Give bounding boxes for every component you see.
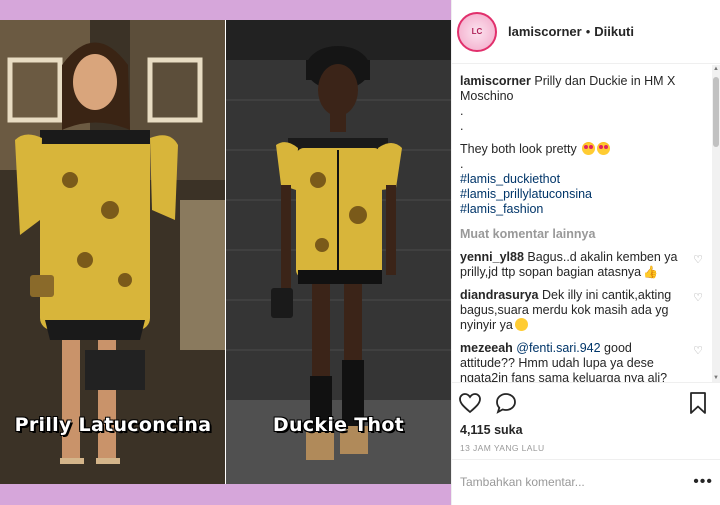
photo-duckie: Duckie Thot (226, 20, 451, 484)
comment-like-icon[interactable]: ♡ (693, 253, 703, 268)
caption-username[interactable]: lamiscorner (460, 74, 531, 88)
image-frame-top (0, 0, 451, 20)
comment-like-icon[interactable]: ♡ (693, 291, 703, 306)
header-separator: • (585, 24, 591, 39)
heart-eyes-emoji-icon (597, 142, 611, 155)
caption-dot-3: . (460, 157, 464, 171)
scroll-up-arrow-icon[interactable]: ▲ (713, 65, 719, 73)
comment-mention[interactable]: @fenti.sari.942 (516, 341, 600, 355)
scroll-thumb[interactable] (713, 77, 719, 147)
photo-caption-right: Duckie Thot (272, 414, 405, 436)
comments-scrollbar[interactable]: ▲ ▼ (712, 65, 720, 382)
bookmark-icon[interactable] (686, 391, 710, 415)
comment-like-icon[interactable]: ♡ (693, 344, 703, 359)
photo-prilly: Prilly Latuconcina (0, 20, 226, 484)
post-header: LC lamiscorner • Diikuti (452, 0, 720, 64)
caption-line2: They both look pretty (460, 142, 577, 156)
load-more-comments-button[interactable]: Muat komentar lainnya (460, 227, 703, 242)
smile-emoji-icon (514, 318, 528, 331)
post-actions: 4,115 suka 13 JAM YANG LALU ••• (452, 382, 720, 502)
hashtag-link[interactable]: #lamis_duckiethot (460, 172, 560, 186)
avatar[interactable]: LC (457, 11, 497, 52)
add-comment-input[interactable] (460, 474, 694, 489)
likes-count[interactable]: 4,115 suka (460, 423, 523, 437)
action-icon-row (458, 391, 710, 419)
comment-icon[interactable] (494, 391, 518, 415)
scroll-down-arrow-icon[interactable]: ▼ (713, 374, 719, 382)
comment-item: mezeeah @fenti.sari.942 good attitude?? … (460, 341, 703, 382)
post-caption: lamiscorner Prilly dan Duckie in HM X Mo… (460, 74, 703, 217)
hashtag-link[interactable]: #lamis_prillylatuconsina (460, 187, 592, 201)
comment-username[interactable]: diandrasurya (460, 288, 539, 302)
comments-area[interactable]: lamiscorner Prilly dan Duckie in HM X Mo… (452, 65, 720, 382)
add-comment-bar: ••• (452, 459, 720, 503)
caption-dot-2: . (460, 119, 464, 133)
comment-item: diandrasurya Dek illy ini cantik,akting … (460, 288, 703, 333)
comment-username[interactable]: yenni_yl88 (460, 250, 524, 264)
follow-status-button[interactable]: Diikuti (594, 24, 634, 39)
more-options-icon[interactable]: ••• (693, 473, 713, 491)
hashtag-link[interactable]: #lamis_fashion (460, 202, 543, 216)
caption-dot-1: . (460, 104, 464, 118)
comment-username[interactable]: mezeeah (460, 341, 513, 355)
post-sidebar: LC lamiscorner • Diikuti lamiscorner Pri… (451, 0, 720, 505)
post-image[interactable]: Prilly Latuconcina Duckie Thot (0, 0, 451, 505)
header-username[interactable]: lamiscorner (508, 24, 582, 39)
image-frame-bottom (0, 484, 451, 505)
thumbs-up-emoji-icon: 👍 (643, 265, 659, 279)
heart-icon[interactable] (458, 391, 482, 415)
heart-eyes-emoji-icon (582, 142, 596, 155)
comment-item: yenni_yl88 Bagus..d akalin kemben ya pri… (460, 250, 703, 280)
post-timestamp[interactable]: 13 JAM YANG LALU (460, 443, 545, 453)
photo-caption-left: Prilly Latuconcina (14, 414, 212, 436)
